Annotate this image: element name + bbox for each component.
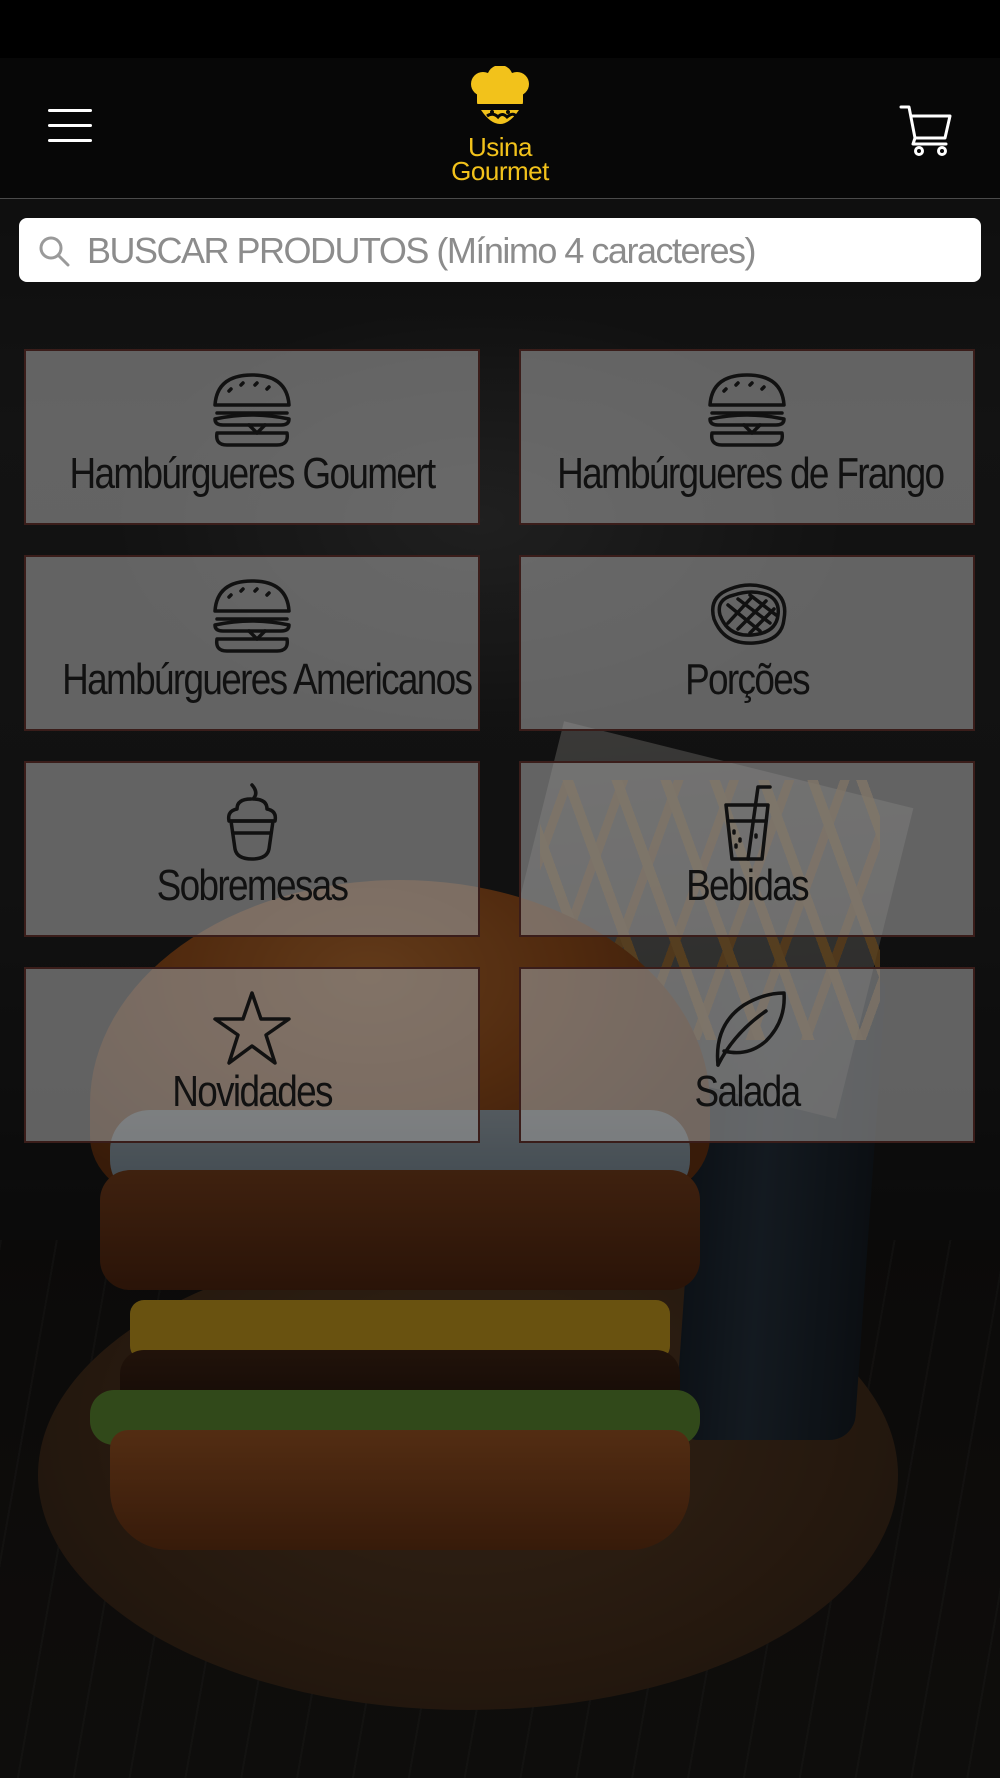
search-bar	[19, 218, 981, 282]
category-label: Novidades	[172, 1067, 333, 1116]
category-hamburgueres-de-frango[interactable]: Hambúrgueres de Frango	[519, 349, 975, 525]
category-label: Sobremesas	[156, 861, 349, 910]
ice-cream-icon	[26, 779, 478, 865]
category-sobremesas[interactable]: Sobremesas	[24, 761, 480, 937]
category-label: Salada	[694, 1067, 801, 1116]
leaf-icon	[521, 985, 973, 1071]
search-icon[interactable]	[37, 234, 71, 268]
brand-logo[interactable]: Usina Gourmet	[430, 66, 570, 186]
category-label: Bebidas	[686, 861, 809, 910]
chef-hat-icon	[471, 66, 529, 124]
hamburger-menu-icon[interactable]	[40, 103, 100, 153]
category-label: Hambúrgueres de Frango	[557, 449, 945, 498]
category-hamburgueres-goumert[interactable]: Hambúrgueres Goumert	[24, 349, 480, 525]
star-icon	[26, 985, 478, 1071]
category-label: Porções	[685, 655, 811, 704]
burger-icon	[26, 367, 478, 453]
drink-icon	[521, 779, 973, 865]
steak-icon	[521, 573, 973, 659]
status-bar	[0, 0, 1000, 58]
search-input[interactable]	[85, 226, 969, 276]
category-bebidas[interactable]: Bebidas	[519, 761, 975, 937]
category-label: Hambúrgueres Americanos	[62, 655, 473, 704]
shopping-cart-icon[interactable]	[898, 102, 954, 158]
burger-icon	[521, 367, 973, 453]
burger-icon	[26, 573, 478, 659]
app-header: Usina Gourmet	[0, 58, 1000, 199]
logo-text-line2: Gourmet	[451, 156, 549, 186]
category-label: Hambúrgueres Goumert	[69, 449, 437, 498]
category-novidades[interactable]: Novidades	[24, 967, 480, 1143]
category-salada[interactable]: Salada	[519, 967, 975, 1143]
category-hamburgueres-americanos[interactable]: Hambúrgueres Americanos	[24, 555, 480, 731]
category-porcoes[interactable]: Porções	[519, 555, 975, 731]
